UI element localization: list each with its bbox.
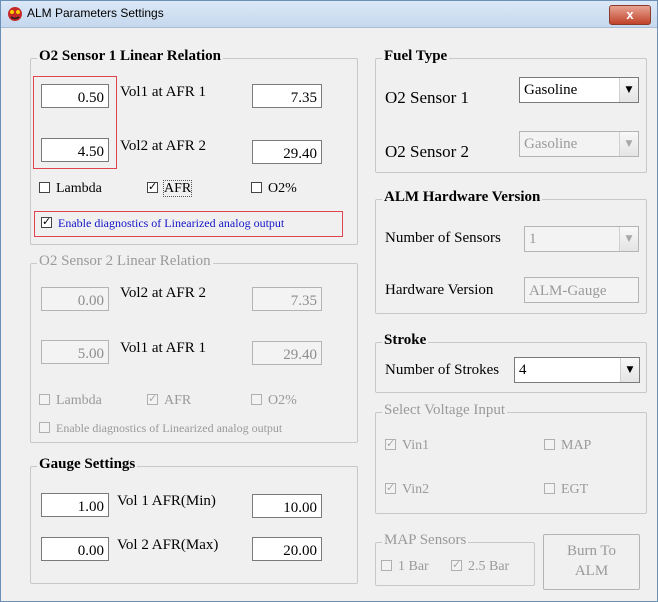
s1-diagnostics-label: Enable diagnostics of Linearized analog …: [58, 216, 285, 230]
s2-lambda-box[interactable]: [39, 394, 50, 405]
s1-vol2-label: Vol2 at AFR 2: [120, 138, 206, 154]
map-sensors-legend: MAP Sensors: [382, 532, 469, 549]
s2-afr2-input[interactable]: 7.35: [252, 287, 322, 311]
s1-o2pct-label: O2%: [268, 181, 297, 196]
alm-parameters-window: ALM Parameters Settings x O2 Sensor 1 Li…: [0, 0, 658, 602]
s2-diagnostics-label: Enable diagnostics of Linearized analog …: [56, 421, 283, 435]
title-bar[interactable]: ALM Parameters Settings x: [1, 1, 657, 28]
bar25-checkbox[interactable]: 2.5 Bar: [451, 558, 510, 574]
burn-line2: ALM: [574, 563, 609, 579]
s1-vol2-input[interactable]: 4.50: [41, 138, 109, 162]
s1-diagnostics-box[interactable]: [41, 215, 52, 229]
num-strokes-select[interactable]: 4 ▼: [514, 357, 640, 383]
burn-to-alm-button[interactable]: Burn To ALM: [543, 534, 640, 590]
gauge-vol1-input[interactable]: 1.00: [41, 493, 109, 517]
s2-afr1-input[interactable]: 29.40: [252, 341, 322, 365]
app-icon: [8, 7, 22, 21]
map-box[interactable]: [544, 439, 555, 450]
s1-vol1-input[interactable]: 0.50: [41, 84, 109, 108]
s2-o2pct-checkbox[interactable]: O2%: [251, 394, 297, 408]
s1-diagnostics-checkbox[interactable]: Enable diagnostics of Linearized analog …: [41, 215, 285, 230]
bar25-label: 2.5 Bar: [468, 559, 510, 574]
s2-lambda-label: Lambda: [56, 393, 102, 408]
fuel-s2-label: O2 Sensor 2: [385, 142, 470, 161]
gauge-settings-group: Gauge Settings: [30, 456, 358, 584]
gauge-afr-max-input[interactable]: 20.00: [252, 537, 322, 561]
window-title: ALM Parameters Settings: [27, 6, 164, 20]
vin2-box[interactable]: [385, 481, 396, 495]
num-strokes-label: Number of Strokes: [385, 362, 500, 378]
s1-afr1-input[interactable]: 7.35: [252, 84, 322, 108]
gauge-vol2-label: Vol 2 AFR(Max): [117, 537, 219, 553]
bar25-box[interactable]: [451, 558, 462, 572]
s2-vol1-input[interactable]: 5.00: [41, 340, 109, 364]
vin2-checkbox[interactable]: Vin2: [385, 481, 430, 497]
s1-vol1-label: Vol1 at AFR 1: [120, 84, 206, 100]
o2-sensor1-legend: O2 Sensor 1 Linear Relation: [37, 48, 223, 65]
vin1-checkbox[interactable]: Vin1: [385, 437, 430, 453]
num-sensors-label: Number of Sensors: [385, 230, 501, 246]
s2-vol2-input[interactable]: 0.00: [41, 287, 109, 311]
num-strokes-value: 4: [519, 362, 527, 378]
map-checkbox[interactable]: MAP: [544, 439, 591, 453]
map-label: MAP: [561, 438, 592, 453]
s2-vol2-label: Vol2 at AFR 2: [120, 285, 206, 301]
fuel-s1-value: Gasoline: [524, 82, 578, 98]
hardware-version-field[interactable]: ALM-Gauge: [524, 277, 639, 303]
s2-o2pct-box[interactable]: [251, 394, 262, 405]
fuel-s2-select[interactable]: Gasoline ▼: [519, 131, 639, 157]
vin1-label: Vin1: [402, 438, 430, 453]
chevron-down-icon[interactable]: ▼: [619, 78, 638, 102]
s1-lambda-checkbox[interactable]: Lambda: [39, 182, 102, 196]
s1-afr-label: AFR: [162, 180, 193, 197]
s1-afr-box[interactable]: [147, 180, 158, 194]
fuel-type-legend: Fuel Type: [382, 48, 450, 65]
num-sensors-value: 1: [529, 231, 537, 247]
egt-label: EGT: [561, 482, 589, 497]
s1-lambda-box[interactable]: [39, 182, 50, 193]
vin1-box[interactable]: [385, 437, 396, 451]
s2-afr-label: AFR: [164, 393, 192, 408]
o2-sensor2-legend: O2 Sensor 2 Linear Relation: [37, 253, 213, 270]
s1-afr-checkbox[interactable]: AFR: [147, 180, 193, 197]
stroke-legend: Stroke: [382, 332, 429, 349]
num-sensors-select[interactable]: 1 ▼: [524, 226, 639, 252]
fuel-s1-label: O2 Sensor 1: [385, 88, 470, 107]
s1-o2pct-checkbox[interactable]: O2%: [251, 182, 297, 196]
s1-afr2-input[interactable]: 29.40: [252, 140, 322, 164]
gauge-vol2-input[interactable]: 0.00: [41, 537, 109, 561]
bar1-checkbox[interactable]: 1 Bar: [381, 560, 429, 574]
fuel-s2-value: Gasoline: [524, 136, 578, 152]
vin2-label: Vin2: [402, 482, 430, 497]
s2-vol1-label: Vol1 at AFR 1: [120, 340, 206, 356]
s1-lambda-label: Lambda: [56, 181, 102, 196]
s1-o2pct-box[interactable]: [251, 182, 262, 193]
chevron-down-icon[interactable]: ▼: [620, 358, 639, 382]
voltage-input-group: Select Voltage Input: [375, 402, 647, 514]
gauge-vol1-label: Vol 1 AFR(Min): [117, 493, 216, 509]
s2-diagnostics-box[interactable]: [39, 422, 50, 433]
chevron-down-icon[interactable]: ▼: [619, 132, 638, 156]
hardware-version-legend: ALM Hardware Version: [382, 189, 543, 206]
s2-diagnostics-checkbox[interactable]: Enable diagnostics of Linearized analog …: [39, 421, 282, 435]
s2-o2pct-label: O2%: [268, 393, 297, 408]
burn-line1: Burn To: [566, 543, 617, 559]
gauge-afr-min-input[interactable]: 10.00: [252, 494, 322, 518]
s2-afr-checkbox[interactable]: AFR: [147, 392, 192, 408]
gauge-settings-legend: Gauge Settings: [37, 456, 138, 473]
voltage-input-legend: Select Voltage Input: [382, 402, 508, 419]
egt-checkbox[interactable]: EGT: [544, 483, 588, 497]
bar1-box[interactable]: [381, 560, 392, 571]
chevron-down-icon[interactable]: ▼: [619, 227, 638, 251]
hardware-version-label: Hardware Version: [385, 282, 494, 298]
bar1-label: 1 Bar: [398, 559, 429, 574]
egt-box[interactable]: [544, 483, 555, 494]
s2-afr-box[interactable]: [147, 392, 158, 406]
s2-lambda-checkbox[interactable]: Lambda: [39, 394, 102, 408]
fuel-s1-select[interactable]: Gasoline ▼: [519, 77, 639, 103]
close-button[interactable]: x: [609, 5, 651, 25]
